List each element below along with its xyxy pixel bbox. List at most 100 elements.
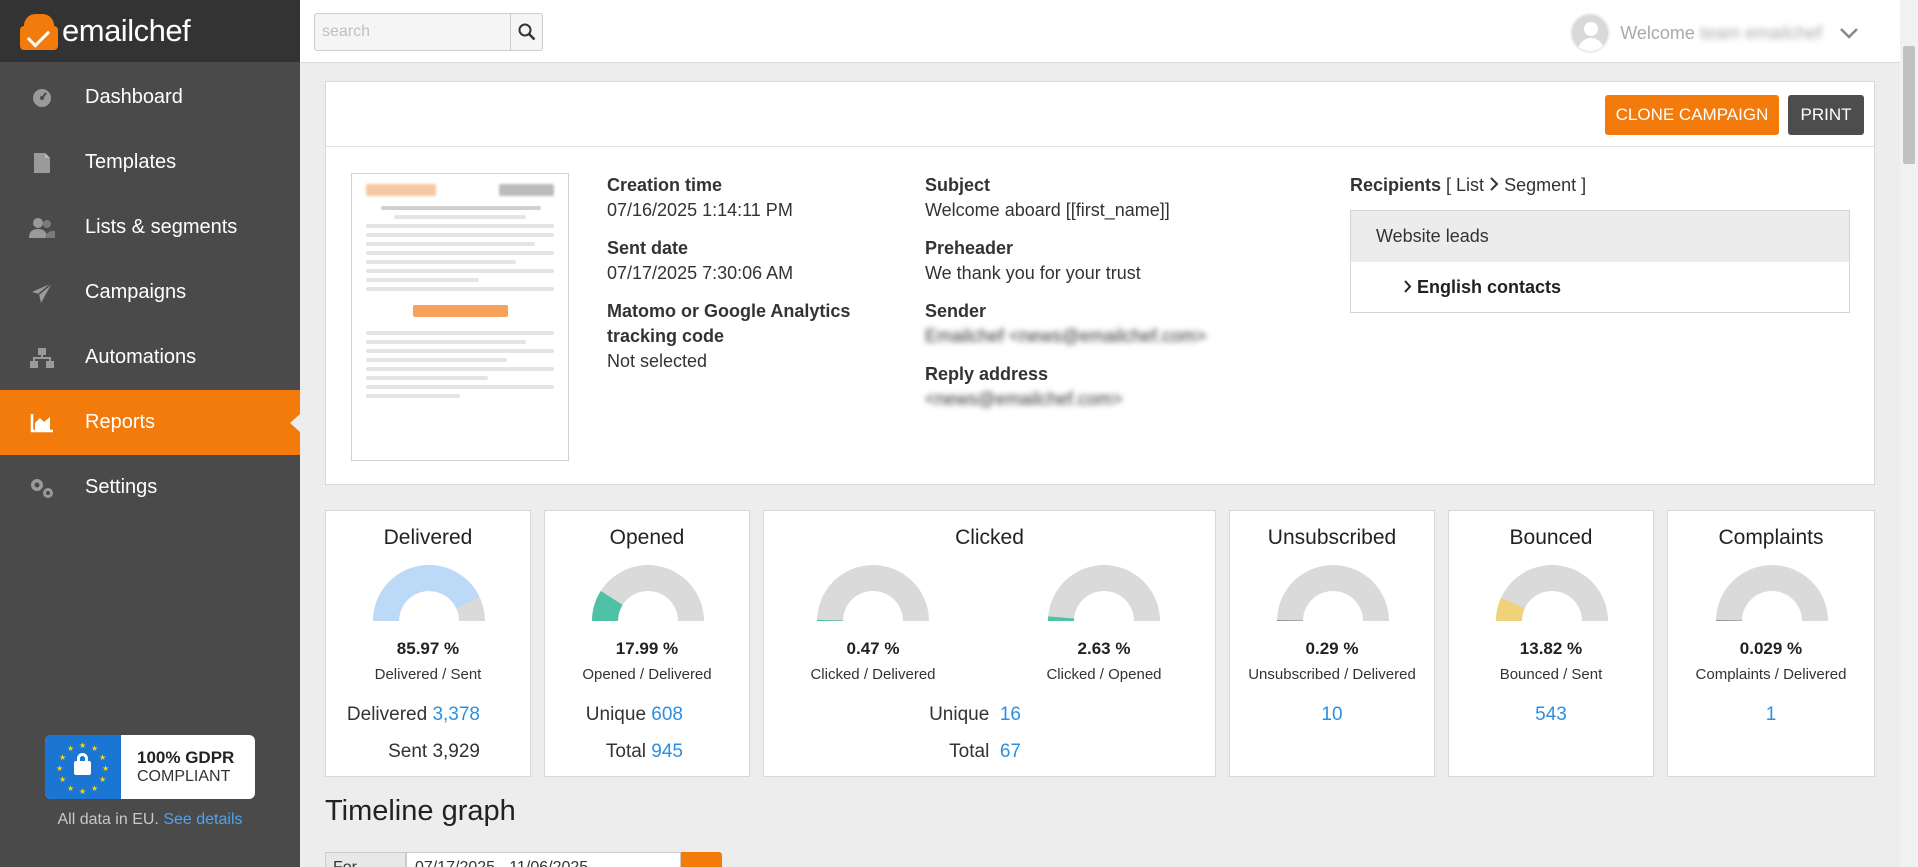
sidebar-item-lists-segments[interactable]: Lists & segments: [0, 195, 300, 260]
segment-name: English contacts: [1417, 277, 1562, 297]
gears-icon: [29, 475, 55, 501]
bounced-count[interactable]: 543: [1449, 704, 1653, 726]
opened-gauge: [592, 565, 704, 621]
gdpr-details-link[interactable]: See details: [163, 811, 242, 828]
sidebar-item-label: Settings: [85, 476, 158, 498]
opened-total-label: Total: [605, 741, 647, 762]
gdpr-subtitle: COMPLIANT: [137, 768, 231, 785]
gdpr-note-text: All data in EU.: [57, 811, 159, 828]
complaints-pct: 0.029 %: [1739, 639, 1803, 658]
print-button[interactable]: PRINT: [1788, 95, 1864, 135]
sent-count-value: 3,929: [432, 741, 480, 762]
sidebar-item-automations[interactable]: Automations: [0, 325, 300, 390]
delivered-count-value[interactable]: 3,378: [432, 704, 480, 725]
complaints-count[interactable]: 1: [1668, 704, 1874, 726]
clicked-unique-row: Unique 16: [929, 704, 1021, 726]
opened-total-value[interactable]: 945: [651, 741, 683, 762]
recipients-hint-list: [ List: [1446, 175, 1485, 195]
calendar-button[interactable]: [681, 852, 722, 867]
clicked-opened-pct: 2.63 %: [1077, 639, 1131, 658]
email-preview-thumbnail[interactable]: [351, 173, 569, 461]
opened-total-row: Total 945: [606, 741, 683, 763]
gdpr-badge: ★ ★ ★ ★ ★ ★ ★ ★ ★ ★ ★ ★ 100% GDPR COMPLI…: [45, 735, 255, 799]
sidebar-item-label: Lists & segments: [85, 216, 238, 238]
unsubscribed-pct-label: Unsubscribed / Delivered: [1248, 666, 1416, 683]
sender-label: Sender: [925, 301, 987, 321]
card-title: Clicked: [955, 526, 1024, 549]
search-input[interactable]: [315, 14, 510, 50]
sidebar-item-reports[interactable]: Reports: [0, 390, 300, 455]
recipients-hint-segment: Segment ]: [1504, 175, 1587, 195]
gauge-track: [1277, 565, 1389, 621]
user-menu[interactable]: Welcome team emailchef: [1570, 13, 1858, 53]
unsubscribed-count[interactable]: 10: [1230, 704, 1434, 726]
chevron-right-icon: [1404, 280, 1412, 293]
chevron-down-icon: [1840, 28, 1858, 39]
sidebar-nav: Dashboard Templates Lists & segments Cam…: [0, 62, 300, 520]
sender-value: Emailchef <news@emailchef.com>: [925, 326, 1207, 346]
search-box: [314, 13, 543, 51]
reply-address-label: Reply address: [925, 364, 1049, 384]
sidebar-item-label: Automations: [85, 346, 197, 368]
recipients-label: Recipients: [1350, 175, 1442, 195]
scrollbar-thumb[interactable]: [1903, 46, 1915, 164]
date-range-picker: For period 07/17/2025 - 11/06/2025: [325, 852, 722, 867]
sent-date-label: Sent date: [607, 238, 689, 258]
clicked-unique-label: Unique: [929, 704, 990, 725]
sent-date-value: 07/17/2025 7:30:06 AM: [607, 263, 794, 283]
document-icon: [29, 150, 55, 176]
unsubscribed-gauge: [1277, 565, 1389, 621]
welcome-text: Welcome: [1620, 22, 1695, 43]
search-button[interactable]: [510, 14, 542, 50]
bounced-pct: 13.82 %: [1519, 639, 1583, 658]
recipient-segment-item: English contacts: [1351, 262, 1849, 312]
opened-unique-label: Unique: [585, 704, 647, 725]
delivered-count-row: Delivered 3,378: [347, 704, 480, 726]
gauge-track: [1048, 565, 1160, 621]
opened-pct: 17.99 %: [615, 639, 679, 658]
creation-time-label: Creation time: [607, 175, 723, 195]
timeline-title: Timeline graph: [325, 795, 516, 827]
avatar: [1570, 13, 1611, 53]
sidebar-item-campaigns[interactable]: Campaigns: [0, 260, 300, 325]
sidebar-item-label: Reports: [85, 411, 156, 433]
topbar: Welcome team emailchef: [300, 0, 1918, 63]
date-range-label: For period: [325, 852, 406, 867]
stat-card-complaints: Complaints 0.029 % Complaints / Delivere…: [1667, 510, 1875, 777]
bounced-pct-label: Bounced / Sent: [1499, 666, 1603, 683]
card-title: Bounced: [1509, 526, 1593, 549]
bounced-gauge: [1496, 565, 1608, 621]
reply-address-value: <news@emailchef.com>: [925, 389, 1123, 409]
card-title: Unsubscribed: [1267, 526, 1397, 549]
opened-unique-value[interactable]: 608: [651, 704, 683, 725]
chevron-right-icon: [1490, 177, 1499, 191]
preheader-value: We thank you for your trust: [925, 263, 1141, 283]
opened-unique-row: Unique 608: [586, 704, 683, 726]
stat-card-opened: Opened 17.99 % Opened / Delivered Unique…: [544, 510, 750, 777]
page-scrollbar[interactable]: [1900, 0, 1918, 867]
logo[interactable]: emailchef: [0, 0, 300, 62]
sidebar-item-label: Campaigns: [85, 281, 187, 303]
username: team emailchef: [1699, 22, 1822, 43]
gdpr-title: 100% GDPR: [137, 748, 235, 767]
lock-icon: [74, 753, 91, 775]
complaints-pct-label: Complaints / Delivered: [1695, 666, 1847, 683]
sidebar-item-templates[interactable]: Templates: [0, 130, 300, 195]
clone-campaign-button[interactable]: CLONE CAMPAIGN: [1605, 95, 1779, 135]
clicked-delivered-gauge: [817, 565, 929, 621]
clicked-delivered-pct: 0.47 %: [846, 639, 900, 658]
card-title: Complaints: [1718, 526, 1824, 549]
sent-count-row: Sent 3,929: [388, 741, 480, 763]
gauge-track: [1716, 565, 1828, 621]
recipients-header: Recipients [ List Segment ]: [1350, 173, 1586, 198]
clicked-total-value[interactable]: 67: [1000, 741, 1021, 762]
sidebar-item-dashboard[interactable]: Dashboard: [0, 65, 300, 130]
preheader-label: Preheader: [925, 238, 1014, 258]
date-range-input[interactable]: 07/17/2025 - 11/06/2025: [406, 852, 681, 867]
clicked-unique-value[interactable]: 16: [1000, 704, 1021, 725]
delivered-pct: 85.97 %: [396, 639, 460, 658]
clicked-opened-gauge: [1048, 565, 1160, 621]
sidebar-item-settings[interactable]: Settings: [0, 455, 300, 520]
clicked-total-row: Total 67: [949, 741, 1021, 763]
delivered-gauge: [373, 565, 485, 621]
